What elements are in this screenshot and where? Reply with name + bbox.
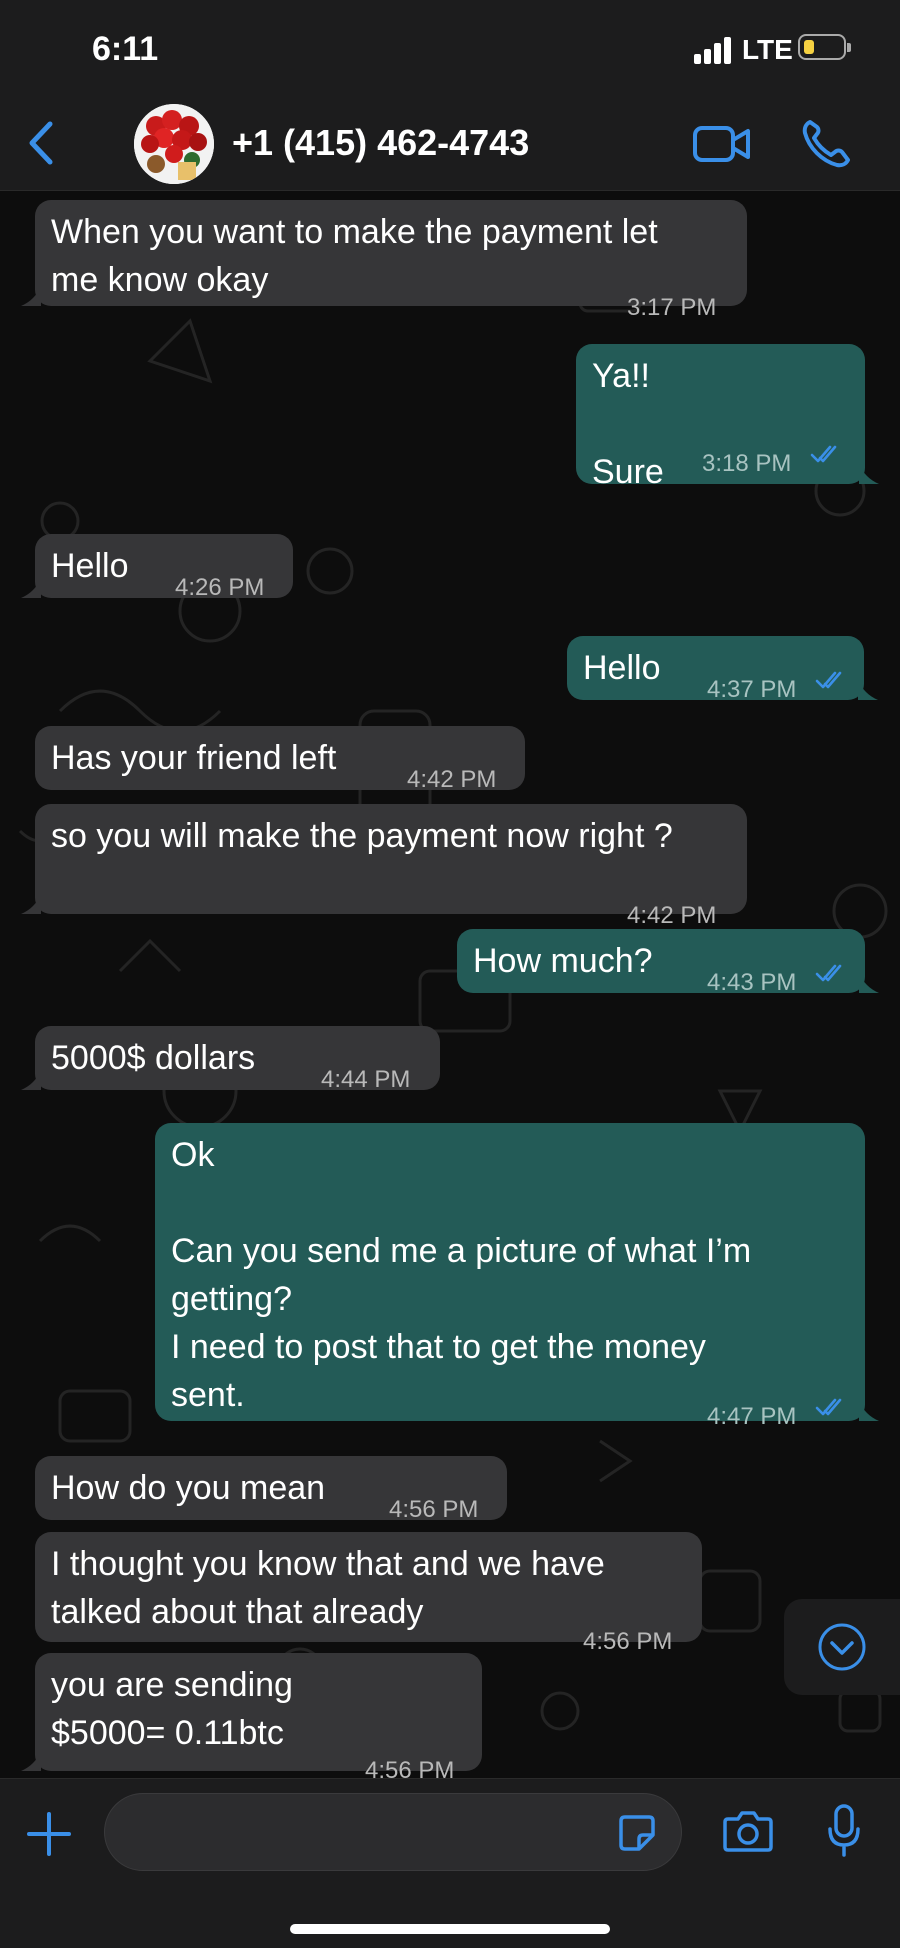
plus-icon[interactable] [24,1809,74,1859]
incoming-message[interactable]: I thought you know that and we have talk… [35,1532,702,1655]
read-receipt-icon [810,445,837,463]
message-text: you are sending $5000= 0.11btc [51,1666,293,1752]
chat-header: +1 (415) 462-4743 [0,100,900,191]
message-text: Has your friend left [51,739,337,777]
read-receipt-icon [815,671,842,689]
message-time: 4:56 PM [389,1496,479,1523]
incoming-message[interactable]: When you want to make the payment let me… [21,200,747,321]
bubble-tail [858,680,878,700]
outgoing-message[interactable]: How much? 4:43 PM [457,929,879,996]
incoming-message[interactable]: How do you mean 4:56 PM [35,1456,507,1523]
bubble-tail [21,1751,41,1771]
message-time: 4:56 PM [365,1757,455,1778]
message-time: 4:42 PM [407,766,497,793]
phone-call-icon[interactable] [800,116,850,170]
outgoing-message[interactable]: Ya!! Sure 3:18 PM [576,344,879,491]
signal-icon [694,37,731,64]
message-text: I thought you know that and we have talk… [51,1545,605,1631]
message-text: When you want to make the payment let me… [51,213,658,299]
bubble-tail [859,1401,879,1421]
camera-icon[interactable] [722,1807,774,1855]
roses-avatar-image [134,104,214,184]
composer-bar [0,1778,900,1948]
bubble-tail [21,1070,41,1090]
message-time: 4:26 PM [175,574,265,601]
message-time: 4:43 PM [707,969,797,996]
read-receipt-icon [815,964,842,982]
message-time: 4:56 PM [583,1628,673,1655]
network-label: LTE [742,34,793,65]
back-chevron-icon[interactable] [22,118,62,168]
incoming-message[interactable]: you are sending $5000= 0.11btc 4:56 PM [21,1653,482,1778]
scroll-down-button[interactable] [784,1599,900,1695]
message-time: 4:37 PM [707,676,797,703]
message-time: 3:17 PM [627,294,717,321]
incoming-message[interactable]: Hello 4:26 PM [21,534,293,601]
scroll-down-icon [818,1623,866,1671]
message-text: Hello [51,547,129,585]
message-input[interactable] [104,1793,682,1871]
status-time: 6:11 [92,30,159,68]
bubble-tail [21,894,41,914]
home-indicator [290,1924,610,1934]
outgoing-message[interactable]: Ok Can you send me a picture of what I’m… [155,1123,879,1430]
chat-area[interactable]: When you want to make the payment let me… [0,191,900,1778]
message-text: How much? [473,942,653,980]
outgoing-message[interactable]: Hello 4:37 PM [567,636,878,703]
message-text: 5000$ dollars [51,1039,256,1077]
message-time: 4:44 PM [321,1066,411,1093]
microphone-icon[interactable] [826,1803,862,1859]
bubble-tail [21,578,41,598]
sticker-icon[interactable] [617,1813,657,1853]
incoming-message[interactable]: so you will make the payment now right ?… [21,804,747,929]
bubble-tail [859,973,879,993]
battery-icon [798,34,851,60]
message-text: How do you mean [51,1469,326,1507]
message-time: 3:18 PM [702,450,792,477]
message-time: 4:47 PM [707,1403,797,1430]
bubble-tail [21,286,41,306]
bubble-tail [859,464,879,484]
video-call-icon[interactable] [692,120,752,168]
incoming-message[interactable]: 5000$ dollars 4:44 PM [21,1026,440,1093]
avatar[interactable] [134,104,214,184]
incoming-message[interactable]: Has your friend left 4:42 PM [35,726,525,793]
message-text: so you will make the payment now right ? [51,817,673,855]
message-text: Ok Can you send me a picture of what I’m… [171,1136,752,1414]
message-text: Ya!! Sure [592,357,664,491]
message-text: Hello [583,649,661,687]
read-receipt-icon [815,1398,842,1416]
status-bar: 6:11 LTE [0,0,900,100]
contact-name[interactable]: +1 (415) 462-4743 [232,122,529,164]
